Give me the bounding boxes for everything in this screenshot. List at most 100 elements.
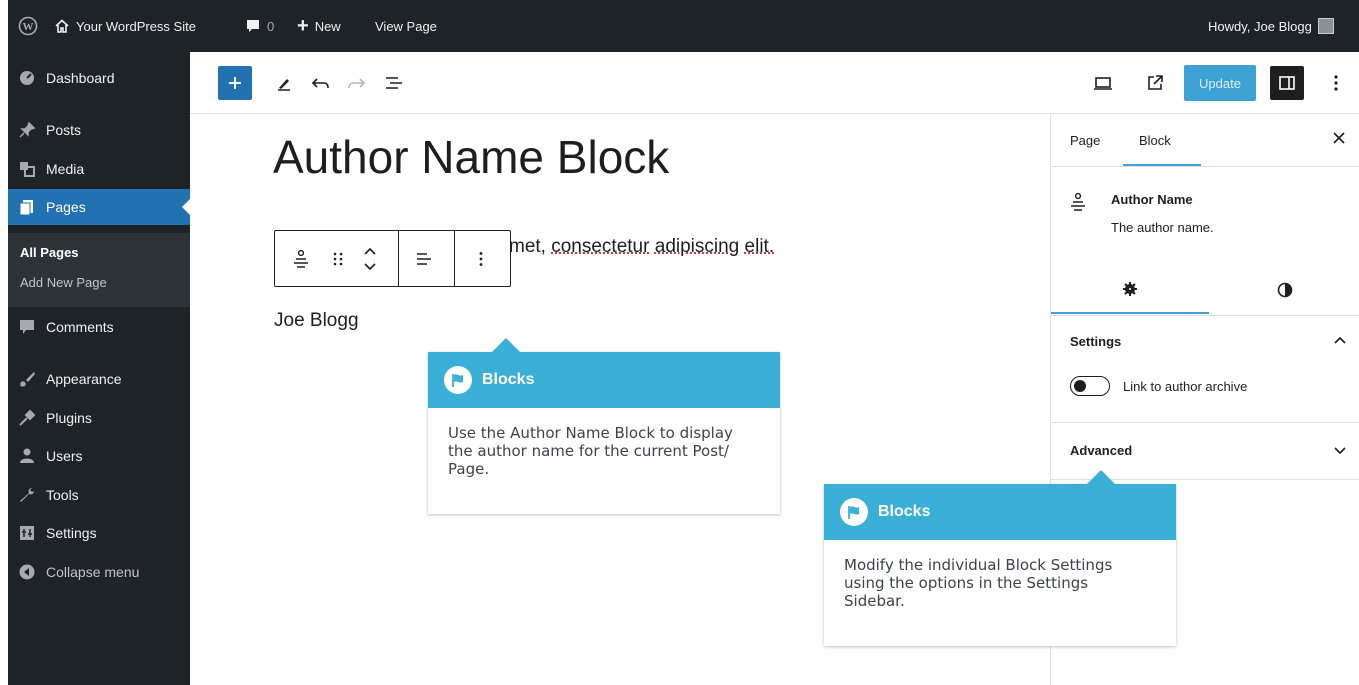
pages-submenu: All Pages Add New Page [8,233,190,307]
paragraph-word: met, [509,236,546,257]
post-title[interactable]: Author Name Block [273,130,669,184]
callout-text-line: the author name for the current Post/ [448,442,729,460]
author-name-icon [1069,192,1087,212]
desktop-icon [1093,75,1113,91]
block-toolbar [274,230,511,287]
divider [1051,166,1359,167]
sidebar-item-plugins[interactable]: Plugins [8,400,190,436]
wrench-icon [18,486,36,504]
sidebar-icon [1270,66,1304,100]
callout-header: Blocks [428,352,780,408]
flag-icon [444,366,472,394]
external-link-icon [1146,74,1164,92]
account-menu[interactable]: Howdy, Joe Blogg [1208,0,1334,52]
callout-arrow [1087,470,1115,484]
preview-button[interactable] [1088,52,1118,114]
view-page-label: View Page [375,18,437,34]
block-inserter-button[interactable] [217,52,253,114]
sidebar-item-settings[interactable]: Settings [8,515,190,551]
view-page-link[interactable]: View Page [375,0,437,52]
callout-body: Use the Author Name Block to display the… [448,424,733,478]
author-name-icon [292,249,310,269]
options-button[interactable] [1326,52,1346,114]
block-options-button[interactable] [471,231,491,286]
undo-button[interactable] [307,52,335,114]
settings-panel-heading[interactable]: Settings [1070,334,1121,349]
block-card-description: The author name. [1111,220,1214,235]
paragraph-word: adipiscing [654,236,740,257]
align-button[interactable] [411,231,437,286]
new-content-link[interactable]: + New [297,0,341,52]
new-label: New [314,18,341,34]
advanced-panel-heading[interactable]: Advanced [1070,443,1132,458]
move-up-down-buttons[interactable] [357,231,383,286]
callout-arrow [492,338,520,352]
callout-body: Modify the individual Block Settings usi… [844,556,1112,610]
collapse-menu-button[interactable]: Collapse menu [8,554,190,590]
sidebar-item-appearance[interactable]: Appearance [8,361,190,397]
sidebar-item-label: Pages [46,199,86,215]
users-icon [18,447,36,465]
gear-icon [1122,281,1138,297]
site-name-link[interactable]: Your WordPress Site [54,0,196,52]
update-button[interactable]: Update [1184,52,1256,114]
paragraph-block[interactable]: met, consectetur adipiscing elit. [509,236,774,258]
sidebar-item-label: Posts [46,122,82,138]
settings-toggle-button[interactable] [1270,52,1304,114]
sidebar-item-posts[interactable]: Posts [8,112,190,148]
view-page-button[interactable] [1140,52,1170,114]
tab-block[interactable]: Block [1139,133,1171,148]
comments-link[interactable]: 0 [245,0,274,52]
media-icon [18,160,36,178]
author-archive-toggle[interactable] [1070,376,1110,396]
sidebar-item-label: Dashboard [46,70,115,86]
align-left-icon [415,251,433,267]
submenu-all-pages[interactable]: All Pages [20,245,79,260]
sidebar-item-label: Plugins [46,410,92,426]
more-vertical-icon [1334,74,1338,92]
styles-subtab[interactable] [1209,266,1359,314]
admin-bar: W Your WordPress Site 0 + New View Page … [8,0,1359,52]
callout-text-line: Modify the individual Block Settings [844,556,1113,574]
home-icon [54,18,70,34]
undo-icon [311,75,331,91]
close-settings-button[interactable] [1333,132,1345,144]
sidebar-item-dashboard[interactable]: Dashboard [8,60,190,96]
redo-button[interactable] [342,52,370,114]
comment-icon [245,18,261,34]
sidebar-item-label: Comments [46,319,114,335]
sidebar-item-media[interactable]: Media [8,151,190,187]
avatar [1317,18,1334,34]
update-button-label: Update [1184,65,1256,101]
site-name: Your WordPress Site [76,18,196,34]
list-view-icon [384,75,404,91]
tools-button[interactable] [270,52,298,114]
settings-subtab[interactable] [1051,266,1209,314]
wordpress-logo-icon[interactable]: W [18,0,38,52]
block-type-button[interactable] [287,231,315,286]
drag-handle[interactable] [327,231,349,286]
sidebar-item-label: Appearance [46,371,122,387]
pin-icon [18,121,36,139]
chevron-up-icon[interactable] [1334,336,1346,344]
close-icon [1333,132,1345,144]
collapse-icon [18,563,36,581]
tab-page[interactable]: Page [1070,133,1100,148]
paragraph-word: elit. [744,236,775,257]
pencil-icon [275,74,293,92]
sidebar-item-label: Settings [46,525,97,541]
sidebar-item-comments[interactable]: Comments [8,309,190,345]
sidebar-item-pages[interactable]: Pages [8,189,190,225]
chevron-down-icon[interactable] [1334,447,1346,455]
callout-text-line: Page. [448,460,490,478]
sidebar-item-users[interactable]: Users [8,438,190,474]
active-menu-pointer [182,199,190,215]
sidebar-item-tools[interactable]: Tools [8,477,190,513]
settings-icon [18,524,36,542]
toolbar-divider [398,231,399,286]
author-name-block[interactable]: Joe Blogg [274,310,359,332]
submenu-add-new-page[interactable]: Add New Page [20,275,107,290]
callout-text-line: using the options in the Settings [844,574,1089,592]
document-overview-button[interactable] [380,52,408,114]
toolbar-divider [454,231,455,286]
